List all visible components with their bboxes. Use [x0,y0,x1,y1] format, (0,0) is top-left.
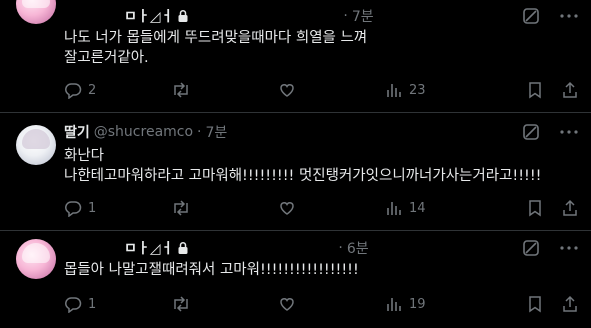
avatar[interactable] [16,239,56,279]
views-count: 19 [409,296,426,312]
user-handle[interactable]: @shucreamco [94,124,193,140]
retweet-icon [174,200,188,216]
reply-count: 1 [88,200,97,216]
reply-button[interactable]: 1 [64,295,171,313]
bookmark-icon[interactable] [527,81,543,99]
tweet-header: 딸기 @shucreamco · 7분 [64,122,227,142]
more-icon[interactable] [559,122,579,142]
tweet-text-line: 몹들아 나말고잴때려줘서 고마워!!!!!!!!!!!!!!!!! [64,262,359,278]
display-name[interactable]: ㅁㅏ◿ㅓ [124,6,173,26]
views-icon [387,298,401,311]
tweet-text-line: 나도 너가 몹들에게 뚜드려맞을때마다 희열을 느껴 [64,30,368,46]
share-icon[interactable] [561,199,579,217]
views-icon [387,84,401,97]
display-name[interactable]: ㅁㅏ◿ㅓ [124,238,173,258]
like-button[interactable] [278,199,385,217]
tweet-header: ㅁㅏ◿ㅓ · 6분 [64,238,369,258]
reply-count: 2 [88,82,97,98]
like-icon [280,84,294,97]
like-icon [280,202,294,215]
tweet-text: 몹들아 나말고잴때려줘서 고마워!!!!!!!!!!!!!!!!! [64,260,359,280]
lock-icon [177,9,189,23]
retweet-icon [174,296,188,312]
reply-icon [65,297,82,313]
tweet-text: 나도 너가 몹들에게 뚜드려맞을때마다 희열을 느껴 잘고른거같아. [64,28,367,68]
separator-dot: · [197,124,202,140]
views-count: 14 [409,200,426,216]
views-button[interactable]: 23 [385,81,505,99]
reply-icon [65,83,82,99]
reply-count: 1 [88,296,97,312]
avatar[interactable] [16,0,56,24]
timestamp[interactable]: 7분 [352,6,374,26]
share-icon[interactable] [561,295,579,313]
retweet-icon [174,82,188,98]
lock-icon [177,241,189,255]
reply-button[interactable]: 2 [64,81,171,99]
like-button[interactable] [278,81,385,99]
grok-icon[interactable] [521,122,541,142]
like-icon [280,298,294,311]
bookmark-icon[interactable] [527,199,543,217]
tweet-top-actions [521,6,579,26]
reply-icon [65,201,82,217]
views-button[interactable]: 14 [385,199,505,217]
views-count: 23 [409,82,426,98]
share-icon[interactable] [561,81,579,99]
reply-button[interactable]: 1 [64,199,171,217]
tweet-actions: 1 19 [64,294,579,314]
grok-icon[interactable] [521,6,541,26]
tweet-top-actions [521,238,579,258]
views-icon [387,202,401,215]
tweet-text-line: 화난다 [64,148,105,164]
retweet-button[interactable] [171,295,278,313]
more-icon[interactable] [559,238,579,258]
tweet-text: 화난다 나한테고마워하라고 고마워해!!!!!!!!! 멋진탱커가잇으니까너가사… [64,146,541,186]
timestamp[interactable]: 7분 [206,122,228,142]
display-name[interactable]: 딸기 [64,122,90,142]
tweet-actions: 2 23 [64,80,579,100]
more-icon[interactable] [559,6,579,26]
tweet-header: ㅁㅏ◿ㅓ · 7분 [64,6,374,26]
bookmark-icon[interactable] [527,295,543,313]
tweet-top-actions [521,122,579,142]
retweet-button[interactable] [171,81,278,99]
tweet-text-line: 잘고른거같아. [64,50,149,66]
share-actions [527,199,579,217]
share-actions [527,81,579,99]
views-button[interactable]: 19 [385,295,505,313]
share-actions [527,295,579,313]
tweet-text-line: 나한테고마워하라고 고마워해!!!!!!!!! 멋진탱커가잇으니까너가사는거라고… [64,168,542,184]
tweet-actions: 1 14 [64,198,579,218]
grok-icon[interactable] [521,238,541,258]
avatar[interactable] [16,125,56,165]
retweet-button[interactable] [171,199,278,217]
separator-dot: · [343,8,348,24]
timestamp[interactable]: 6분 [347,238,369,258]
separator-dot: · [338,240,343,256]
like-button[interactable] [278,295,385,313]
